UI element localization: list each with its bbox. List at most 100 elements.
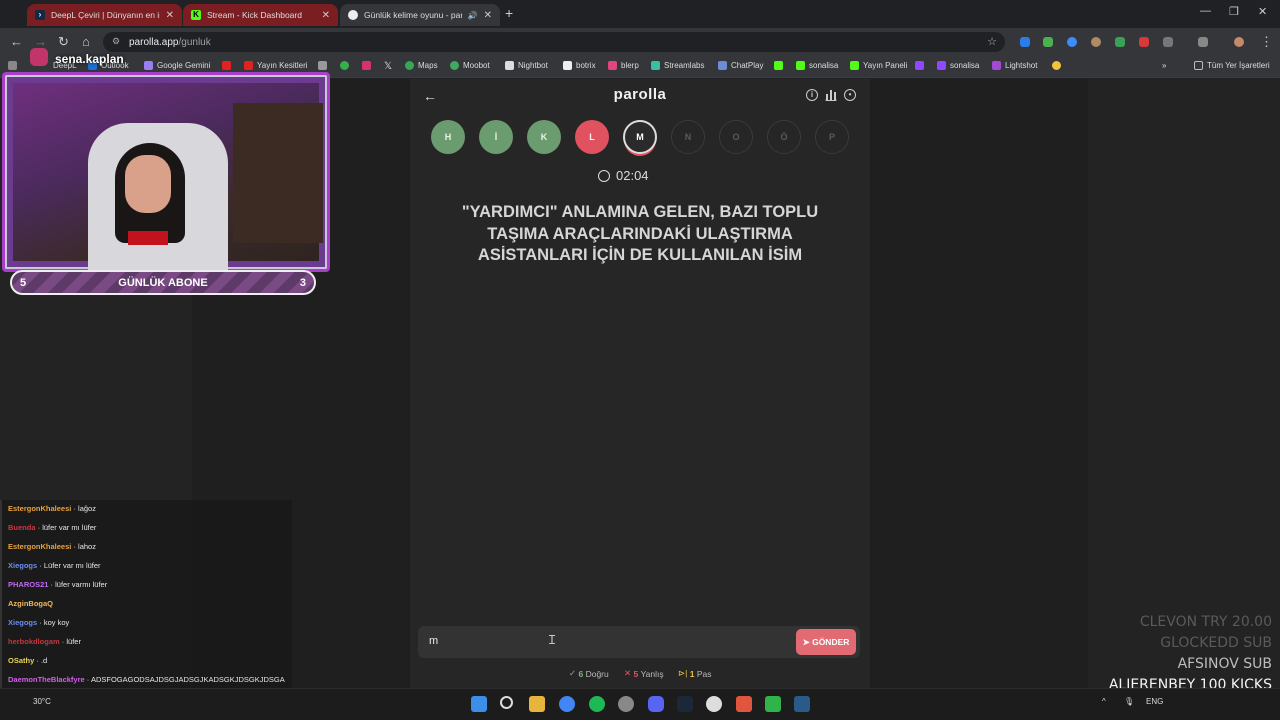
extension-icon[interactable] xyxy=(1067,37,1077,47)
stats-chart-icon[interactable] xyxy=(825,89,837,101)
bookmarks-overflow-icon[interactable]: » xyxy=(1162,61,1166,70)
apps-grid-icon[interactable] xyxy=(8,61,21,70)
file-explorer-icon[interactable] xyxy=(529,696,545,712)
minimize-icon[interactable]: — xyxy=(1200,5,1211,17)
profile-icon[interactable]: • xyxy=(844,89,856,101)
close-icon[interactable]: ✕ xyxy=(484,10,492,21)
letter-circle-pending: Ö xyxy=(767,120,801,154)
app-icon[interactable] xyxy=(765,696,781,712)
extension-icon[interactable] xyxy=(1115,37,1125,47)
reload-icon[interactable]: ↻ xyxy=(58,34,69,50)
bookmark-label: botrix xyxy=(576,61,596,70)
bookmark-label: Yayın Kesitleri xyxy=(257,61,308,70)
chat-username[interactable]: DaemonTheBlackfyre xyxy=(8,675,85,684)
back-arrow-icon[interactable]: ← xyxy=(423,88,437,104)
chat-username[interactable]: Xiegogs xyxy=(8,618,37,627)
folder-icon[interactable] xyxy=(318,61,331,70)
send-button[interactable]: ➤ GÖNDER xyxy=(796,629,856,655)
chat-username[interactable]: PHAROS21 xyxy=(8,580,48,589)
discord-icon[interactable] xyxy=(648,696,664,712)
forward-icon[interactable]: → xyxy=(34,34,47,49)
bookmark-yayin-kesitleri[interactable]: Yayın Kesitleri xyxy=(244,61,308,70)
kick-icon[interactable] xyxy=(774,61,787,70)
back-icon[interactable]: ← xyxy=(10,34,23,49)
extension-icon[interactable] xyxy=(1091,37,1101,47)
x-icon[interactable]: 𝕏 xyxy=(384,61,392,72)
obs-icon[interactable] xyxy=(618,696,634,712)
spotify-icon[interactable] xyxy=(589,696,605,712)
microphone-icon[interactable]: 🎙 xyxy=(1124,697,1134,706)
instagram-icon[interactable] xyxy=(362,61,375,70)
chrome-icon[interactable] xyxy=(559,696,575,712)
site-logo[interactable]: parolla xyxy=(540,86,740,103)
speaker-icon[interactable]: 🔊 xyxy=(468,11,478,20)
app-icon[interactable] xyxy=(706,696,722,712)
bookmark-chatplay[interactable]: ChatPlay xyxy=(718,61,763,70)
extension-icon[interactable] xyxy=(1139,37,1149,47)
profile-avatar-icon[interactable] xyxy=(1234,37,1244,47)
chat-username[interactable]: Xiegogs xyxy=(8,561,37,570)
extension-icon[interactable] xyxy=(1043,37,1053,47)
chat-username[interactable]: EstergonKhaleesi xyxy=(8,504,71,513)
tray-chevron-icon[interactable]: ^ xyxy=(1102,697,1106,706)
letter-circle-correct: H xyxy=(431,120,465,154)
chat-username[interactable]: OSathy xyxy=(8,656,34,665)
menu-dots-icon[interactable]: ⋮ xyxy=(1260,34,1273,50)
chat-username[interactable]: AzginBogaQ xyxy=(8,599,53,608)
tab-kick-dashboard[interactable]: K Stream - Kick Dashboard ✕ xyxy=(183,4,338,26)
app-icon[interactable] xyxy=(736,696,752,712)
tab-deepl[interactable]: › DeepL Çeviri | Dünyanın en isa... ✕ xyxy=(27,4,182,26)
event-entry: CLEVON TRY 20.00 xyxy=(1139,614,1272,630)
bookmark-sonalisa-twitch[interactable]: sonalisa xyxy=(937,61,979,70)
chat-message: AzginBogaQ xyxy=(0,595,292,614)
extension-icon[interactable] xyxy=(1020,37,1030,47)
bookmark-label: Google Gemini xyxy=(157,61,211,70)
bookmark-label: Yayın Paneli xyxy=(863,61,908,70)
stat-label: Yanlış xyxy=(640,668,664,679)
bookmark-nightbot[interactable]: Nightbot xyxy=(505,61,548,70)
bookmark-yayin-paneli[interactable]: Yayın Paneli xyxy=(850,61,907,70)
deepl-icon: › xyxy=(35,10,45,20)
weather-temperature[interactable]: 30°C xyxy=(33,697,51,706)
steam-icon[interactable] xyxy=(794,696,810,712)
bookmark-blerp[interactable]: blerp xyxy=(608,61,639,70)
bookmark-sonalisa[interactable]: sonalisa xyxy=(796,61,838,70)
site-info-icon[interactable]: ⚙ xyxy=(112,36,120,47)
home-icon[interactable]: ⌂ xyxy=(82,34,90,49)
close-icon[interactable]: ✕ xyxy=(166,10,174,21)
language-indicator[interactable]: ENG xyxy=(1146,697,1163,706)
chat-username[interactable]: herbokdlogam xyxy=(8,637,60,646)
windows-start-icon[interactable] xyxy=(471,696,487,712)
skip-icon: ⊳| xyxy=(678,668,690,678)
steam-icon[interactable] xyxy=(677,696,693,712)
bookmark-star-icon[interactable]: ☆ xyxy=(987,35,997,48)
bookmark-maps[interactable]: Maps xyxy=(405,61,438,70)
chat-username[interactable]: EstergonKhaleesi xyxy=(8,542,71,551)
tab-label: DeepL Çeviri | Dünyanın en isa... xyxy=(51,10,160,20)
twitch-icon[interactable] xyxy=(915,61,928,70)
whatsapp-icon[interactable] xyxy=(340,61,353,70)
bookmark-all[interactable]: Tüm Yer İşaretleri xyxy=(1194,61,1270,70)
bookshelf xyxy=(233,103,323,243)
bookmark-moobot[interactable]: Moobot xyxy=(450,61,490,70)
search-icon[interactable] xyxy=(500,696,513,709)
bookmark-botrix[interactable]: botrix xyxy=(563,61,596,70)
address-path: /gunluk xyxy=(178,36,211,48)
bookmark-gemini[interactable]: Google Gemini xyxy=(144,61,210,70)
tab-search-icon[interactable] xyxy=(1198,37,1208,47)
close-icon[interactable]: ✕ xyxy=(322,10,330,21)
bookmark-label: Lightshot xyxy=(1005,61,1038,70)
maximize-icon[interactable]: ❐ xyxy=(1229,5,1239,18)
answer-input[interactable] xyxy=(418,626,860,658)
address-bar[interactable]: ⚙ parolla.app/gunluk ☆ xyxy=(103,32,1005,52)
chat-username[interactable]: Buenda xyxy=(8,523,36,532)
bookmark-youtube[interactable] xyxy=(222,61,235,70)
puzzle-icon[interactable] xyxy=(1163,37,1173,47)
info-icon[interactable]: i xyxy=(806,89,818,101)
emoji-icon[interactable] xyxy=(1052,61,1065,70)
bookmark-lightshot[interactable]: Lightshot xyxy=(992,61,1037,70)
tab-parolla[interactable]: Günlük kelime oyunu - paro... 🔊 ✕ xyxy=(340,4,500,26)
new-tab-button[interactable]: + xyxy=(505,5,513,21)
window-close-icon[interactable]: ✕ xyxy=(1258,5,1267,18)
bookmark-streamlabs[interactable]: Streamlabs xyxy=(651,61,704,70)
